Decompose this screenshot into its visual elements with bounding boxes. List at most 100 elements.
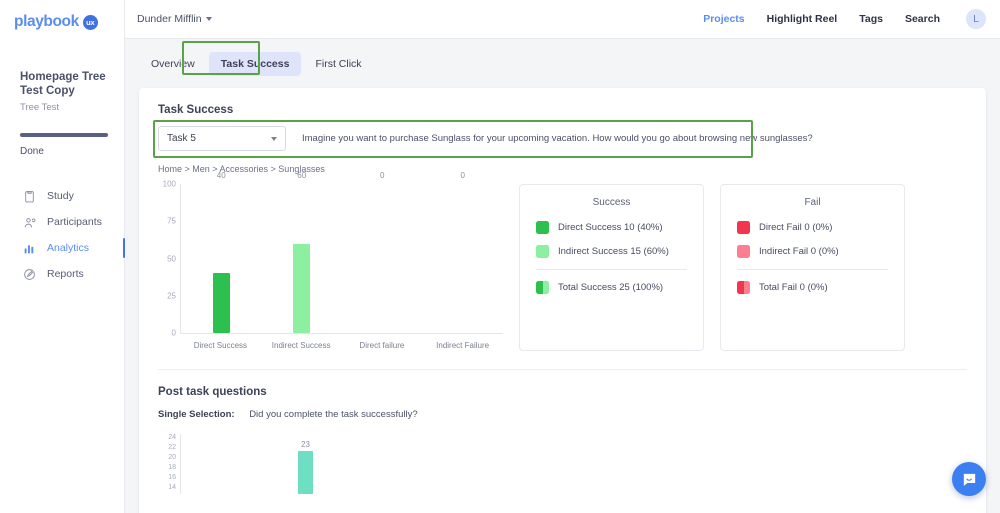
org-name: Dunder Mifflin bbox=[137, 13, 202, 25]
chevron-down-icon bbox=[271, 136, 277, 141]
app-root: playbook ux Homepage Tree Test Copy Tree… bbox=[0, 0, 1000, 513]
divider bbox=[737, 269, 888, 270]
legend-label: Indirect Success 15 (60%) bbox=[558, 246, 669, 257]
bar-value: 0 bbox=[460, 171, 465, 180]
sidebar-item-label: Reports bbox=[47, 268, 84, 280]
chart-x-labels: Direct Success Indirect Success Direct f… bbox=[180, 334, 503, 351]
success-legend-card: Success Direct Success 10 (40%) Indirect… bbox=[519, 184, 704, 351]
chevron-down-icon bbox=[205, 17, 212, 21]
pencil-circle-icon bbox=[22, 267, 36, 281]
card-header: Task Success Task 5 Imagine you want to … bbox=[139, 88, 986, 351]
topnav-highlight-reel[interactable]: Highlight Reel bbox=[767, 13, 838, 25]
bar-chart-icon bbox=[22, 241, 36, 255]
legend-item: Indirect Success 15 (60%) bbox=[520, 245, 703, 258]
legend-item: Direct Fail 0 (0%) bbox=[721, 221, 904, 234]
legend-label: Direct Success 10 (40%) bbox=[558, 222, 663, 233]
legend-item: Direct Success 10 (40%) bbox=[520, 221, 703, 234]
logo[interactable]: playbook ux bbox=[0, 0, 124, 31]
progress-section: Done bbox=[0, 113, 124, 157]
bar-column: 60 bbox=[262, 171, 343, 333]
topbar: Dunder Mifflin Projects Highlight Reel T… bbox=[125, 0, 1000, 39]
chat-bubble-icon bbox=[963, 473, 975, 486]
topnav-tags[interactable]: Tags bbox=[859, 13, 883, 25]
topnav-projects[interactable]: Projects bbox=[703, 13, 744, 25]
post-task-chart: 24 22 20 18 16 14 23 bbox=[158, 434, 986, 494]
legend-item: Total Fail 0 (0%) bbox=[721, 281, 904, 294]
chat-launcher-button[interactable] bbox=[952, 462, 986, 496]
task-question: Imagine you want to purchase Sunglass fo… bbox=[302, 132, 813, 144]
page-title: Task Success bbox=[158, 104, 234, 116]
bar[interactable] bbox=[298, 451, 313, 494]
sidebar-item-participants[interactable]: Participants bbox=[0, 209, 124, 235]
sidebar-item-analytics[interactable]: Analytics bbox=[0, 235, 125, 261]
progress-bar bbox=[20, 133, 108, 137]
color-swatch bbox=[536, 245, 549, 258]
y-tick: 50 bbox=[167, 254, 176, 263]
bar[interactable] bbox=[212, 273, 230, 333]
color-swatch bbox=[737, 221, 750, 234]
color-swatch bbox=[536, 221, 549, 234]
y-tick: 14 bbox=[168, 484, 176, 491]
chart-plot-area: 100 75 50 25 0 40 60 0 0 bbox=[163, 171, 503, 338]
sidebar-item-label: Study bbox=[47, 190, 74, 202]
bar-column: 0 bbox=[342, 171, 423, 333]
chart-y-axis bbox=[180, 434, 181, 494]
color-swatch bbox=[737, 281, 750, 294]
tab-overview[interactable]: Overview bbox=[139, 52, 207, 76]
sidebar-nav: Study Participants Analytics Reports bbox=[0, 183, 125, 287]
legend-label: Indirect Fail 0 (0%) bbox=[759, 246, 839, 257]
topnav-search[interactable]: Search bbox=[905, 13, 940, 25]
legend-label: Total Success 25 (100%) bbox=[558, 282, 664, 293]
sidebar: playbook ux Homepage Tree Test Copy Tree… bbox=[0, 0, 125, 513]
y-tick: 75 bbox=[167, 216, 176, 226]
bar-value: 23 bbox=[301, 440, 310, 449]
bar-value: 40 bbox=[216, 171, 226, 180]
top-nav: Projects Highlight Reel Tags Search L bbox=[703, 9, 986, 29]
legend-label: Direct Fail 0 (0%) bbox=[759, 222, 833, 233]
sidebar-item-study[interactable]: Study bbox=[0, 183, 124, 209]
legend-item: Total Success 25 (100%) bbox=[520, 281, 703, 294]
sidebar-item-label: Analytics bbox=[47, 242, 90, 254]
question-type-label: Single Selection: bbox=[158, 409, 235, 420]
task-select[interactable]: Task 5 bbox=[158, 126, 286, 151]
progress-label: Done bbox=[20, 146, 44, 157]
legend-item: Indirect Fail 0 (0%) bbox=[721, 245, 904, 258]
post-task-title: Post task questions bbox=[158, 386, 267, 398]
x-tick-label: Indirect Success bbox=[271, 341, 331, 350]
y-tick: 24 bbox=[168, 434, 176, 441]
bar-column: 40 bbox=[181, 171, 262, 333]
divider bbox=[536, 269, 687, 270]
org-switcher[interactable]: Dunder Mifflin bbox=[137, 13, 212, 25]
x-tick-label: Indirect Failure bbox=[436, 341, 490, 350]
tab-bar: Overview Task Success First Click bbox=[125, 39, 1000, 76]
legend-label: Total Fail 0 (0%) bbox=[759, 282, 828, 293]
legend-title: Fail bbox=[804, 197, 821, 208]
task-success-card: Task Success Task 5 Imagine you want to … bbox=[139, 88, 986, 513]
avatar[interactable]: L bbox=[966, 9, 986, 29]
tab-task-success[interactable]: Task Success bbox=[208, 52, 302, 76]
main-area: Dunder Mifflin Projects Highlight Reel T… bbox=[125, 0, 1000, 513]
sidebar-item-label: Participants bbox=[47, 216, 102, 228]
y-tick: 25 bbox=[167, 291, 176, 301]
x-tick-label: Direct Success bbox=[193, 341, 248, 350]
fail-legend-card: Fail Direct Fail 0 (0%) Indirect Fail 0 … bbox=[720, 184, 905, 351]
logo-text: playbook bbox=[14, 13, 79, 30]
bar[interactable] bbox=[293, 243, 311, 333]
bar-value: 60 bbox=[297, 171, 307, 180]
color-swatch bbox=[536, 281, 549, 294]
y-tick: 18 bbox=[168, 464, 176, 471]
y-tick: 100 bbox=[162, 179, 176, 189]
legend-title: Success bbox=[592, 197, 631, 208]
y-tick: 22 bbox=[168, 444, 176, 451]
task-select-value: Task 5 bbox=[167, 133, 196, 144]
study-info: Homepage Tree Test Copy Tree Test bbox=[0, 31, 124, 113]
tab-first-click[interactable]: First Click bbox=[303, 52, 373, 76]
chart-section: 100 75 50 25 0 40 60 0 0 Direct Success … bbox=[158, 171, 967, 351]
task-selector-row: Task 5 Imagine you want to purchase Sung… bbox=[153, 120, 967, 158]
y-tick: 16 bbox=[168, 474, 176, 481]
y-tick: 20 bbox=[168, 454, 176, 461]
study-type: Tree Test bbox=[20, 102, 60, 113]
color-swatch bbox=[737, 245, 750, 258]
sidebar-item-reports[interactable]: Reports bbox=[0, 261, 124, 287]
bar-value: 0 bbox=[380, 171, 385, 180]
